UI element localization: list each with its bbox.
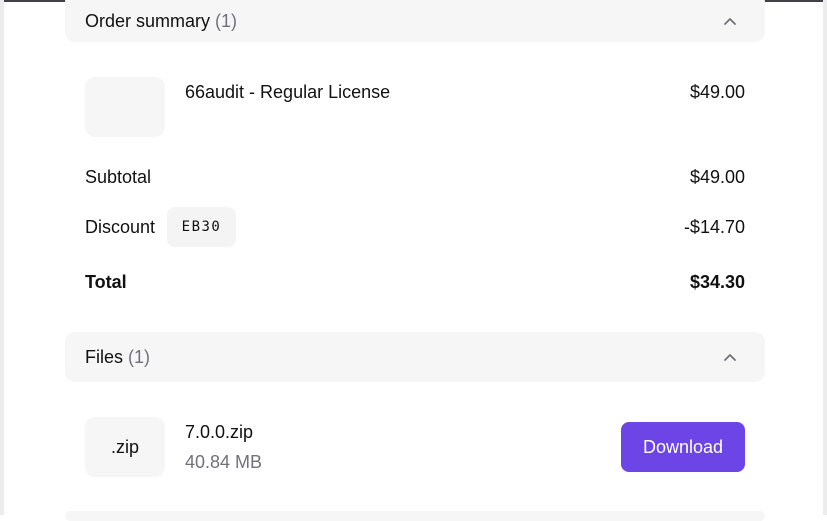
file-type-thumbnail: .zip bbox=[85, 417, 165, 477]
order-summary-title: Order summary bbox=[85, 10, 211, 31]
files-title: Files bbox=[85, 346, 124, 367]
chevron-up-icon[interactable] bbox=[723, 6, 737, 28]
next-section-header bbox=[65, 511, 765, 521]
left-scroll-edge bbox=[0, 0, 4, 515]
files-count: (1) bbox=[128, 346, 151, 367]
file-size: 40.84 MB bbox=[185, 452, 263, 472]
product-price: $49.00 bbox=[689, 82, 745, 102]
file-name: 7.0.0.zip bbox=[185, 422, 254, 442]
total-value: $34.30 bbox=[689, 272, 745, 292]
order-summary-header[interactable]: Order summary (1) bbox=[65, 0, 765, 42]
chevron-up-icon[interactable] bbox=[723, 350, 737, 364]
discount-label: Discount bbox=[85, 217, 156, 237]
right-scroll-edge bbox=[823, 0, 827, 515]
order-summary-heading: Order summary (1) bbox=[85, 3, 237, 32]
product-name: 66audit - Regular License bbox=[185, 82, 391, 102]
subtotal-label: Subtotal bbox=[85, 167, 152, 187]
discount-code-badge: EB30 bbox=[167, 207, 236, 247]
files-header[interactable]: Files (1) bbox=[65, 332, 765, 382]
subtotal-value: $49.00 bbox=[689, 167, 745, 187]
product-thumbnail bbox=[85, 77, 165, 137]
order-summary-count: (1) bbox=[215, 10, 238, 31]
files-heading: Files (1) bbox=[85, 347, 150, 368]
total-label: Total bbox=[85, 272, 127, 292]
discount-value: -$14.70 bbox=[683, 217, 745, 237]
download-button[interactable]: Download bbox=[621, 422, 745, 472]
